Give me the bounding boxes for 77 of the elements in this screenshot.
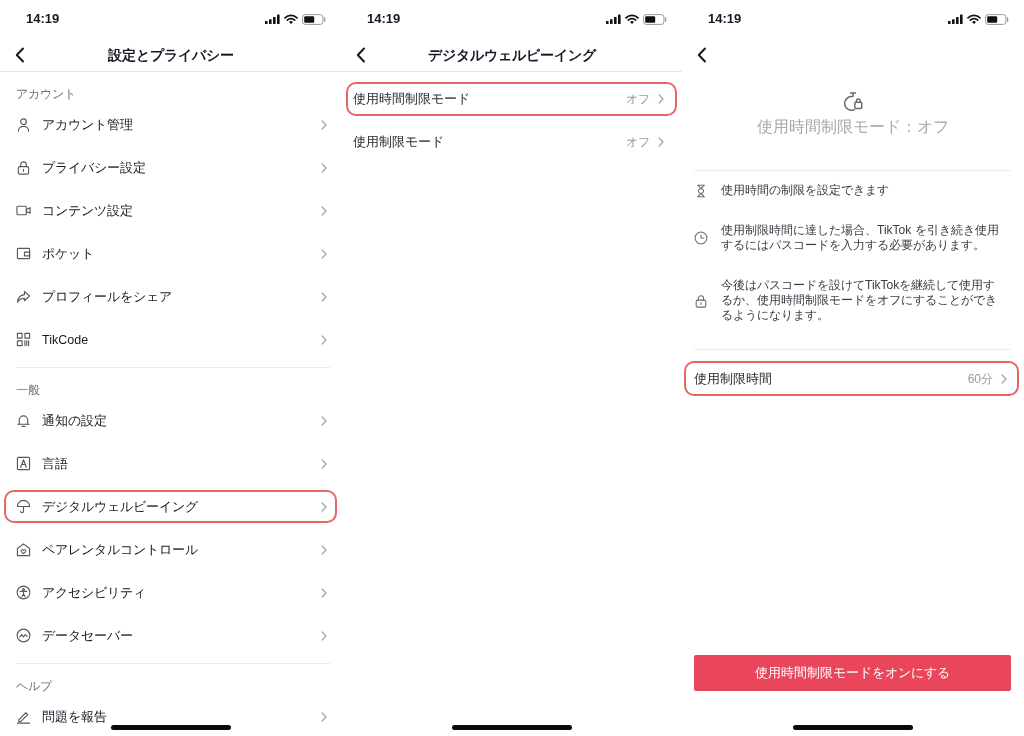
signal-icon	[948, 14, 963, 24]
qr-code-icon	[16, 332, 31, 347]
chevron-icon	[321, 544, 327, 555]
menu-item[interactable]: TikCode	[4, 323, 337, 356]
pencil-icon	[16, 709, 31, 724]
chevron-icon	[321, 119, 327, 130]
signal-icon	[265, 14, 280, 24]
chevron-icon	[658, 137, 664, 147]
settings-item[interactable]: 使用制限モード オフ	[346, 125, 677, 159]
wave-circle-icon	[16, 628, 31, 643]
clock-icon	[694, 231, 708, 245]
screen-title: 設定とプライバシー	[107, 45, 234, 64]
status-time: 14:19	[26, 11, 60, 27]
wifi-icon	[967, 14, 981, 24]
info-text: 使用制限時間に達した場合、TikTok を引き続き使用するにはパスコードを入力する必要があります。	[721, 223, 1000, 253]
screen-title: デジタルウェルビーイング	[427, 45, 596, 64]
hourglass-icon	[694, 183, 708, 198]
menu-item[interactable]: データセーバー	[4, 619, 337, 652]
menu-item[interactable]: 問題を報告	[4, 700, 337, 733]
person-icon	[16, 117, 31, 132]
chevron-icon	[658, 94, 664, 104]
letter-box-icon	[16, 456, 31, 471]
section-header: ヘルプ	[16, 679, 52, 693]
lock-icon	[16, 160, 31, 175]
chevron-icon	[321, 587, 327, 598]
section-header: 一般	[16, 383, 40, 397]
timer-lock-icon	[843, 91, 863, 111]
menu-item[interactable]: 通知の設定	[4, 404, 337, 437]
accessibility-icon	[16, 585, 31, 600]
back-icon[interactable]	[15, 46, 25, 63]
menu-item[interactable]: アカウント管理	[4, 108, 337, 141]
bell-icon	[16, 413, 31, 428]
wallet-icon	[16, 246, 31, 261]
menu-item[interactable]: プライバシー設定	[4, 151, 337, 184]
turn-on-button[interactable]: 使用時間制限モードをオンにする	[694, 655, 1011, 691]
menu-item[interactable]: ペアレンタルコントロール	[4, 533, 337, 566]
chevron-icon	[321, 711, 327, 722]
back-icon[interactable]	[356, 46, 366, 63]
chevron-icon	[321, 501, 327, 512]
section-header: アカウント	[16, 87, 76, 101]
menu-item[interactable]: アクセシビリティ	[4, 576, 337, 609]
settings-item[interactable]: 使用制限時間 60分	[684, 361, 1019, 396]
menu-item[interactable]: コンテンツ設定	[4, 194, 337, 227]
mode-status-text: 使用時間制限モード：オフ	[757, 117, 949, 137]
chevron-icon	[321, 162, 327, 173]
wifi-icon	[284, 14, 298, 24]
chevron-icon	[321, 291, 327, 302]
info-text: 使用時間の制限を設定できます	[721, 183, 890, 198]
menu-item[interactable]: デジタルウェルビーイング	[4, 490, 337, 523]
menu-item[interactable]: ポケット	[4, 237, 337, 270]
back-icon[interactable]	[697, 46, 707, 63]
menu-item[interactable]: プロフィールをシェア	[4, 280, 337, 313]
status-value: 60分	[967, 370, 993, 387]
video-camera-icon	[16, 203, 31, 218]
battery-icon	[985, 13, 1009, 25]
battery-icon	[643, 13, 667, 25]
menu-item[interactable]: 言語	[4, 447, 337, 480]
chevron-icon	[321, 458, 327, 469]
chevron-icon	[1001, 373, 1007, 384]
chevron-icon	[321, 415, 327, 426]
battery-icon	[302, 13, 326, 25]
chevron-icon	[321, 334, 327, 345]
chevron-icon	[321, 630, 327, 641]
chevron-icon	[321, 205, 327, 216]
settings-item[interactable]: 使用時間制限モード オフ	[346, 82, 677, 116]
status-time: 14:19	[708, 11, 742, 27]
share-arrow-icon	[16, 289, 31, 304]
status-time: 14:19	[367, 11, 401, 27]
info-text: 今後はパスコードを設けてTikTokを継続して使用するか、使用時間制限モードをオフにすることができるようになります。	[721, 278, 998, 323]
signal-icon	[606, 14, 621, 24]
chevron-icon	[321, 248, 327, 259]
status-value: オフ	[626, 91, 650, 107]
house-heart-icon	[16, 542, 31, 557]
status-value: オフ	[626, 134, 650, 150]
umbrella-icon	[16, 499, 31, 514]
lock-icon	[694, 293, 708, 308]
wifi-icon	[625, 14, 639, 24]
